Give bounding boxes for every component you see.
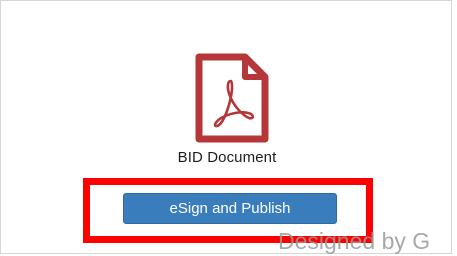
designer-watermark: Designed by G (278, 228, 431, 254)
pdf-document-icon (195, 53, 269, 143)
esign-and-publish-button[interactable]: eSign and Publish (123, 193, 337, 224)
document-title: BID Document (177, 149, 277, 166)
